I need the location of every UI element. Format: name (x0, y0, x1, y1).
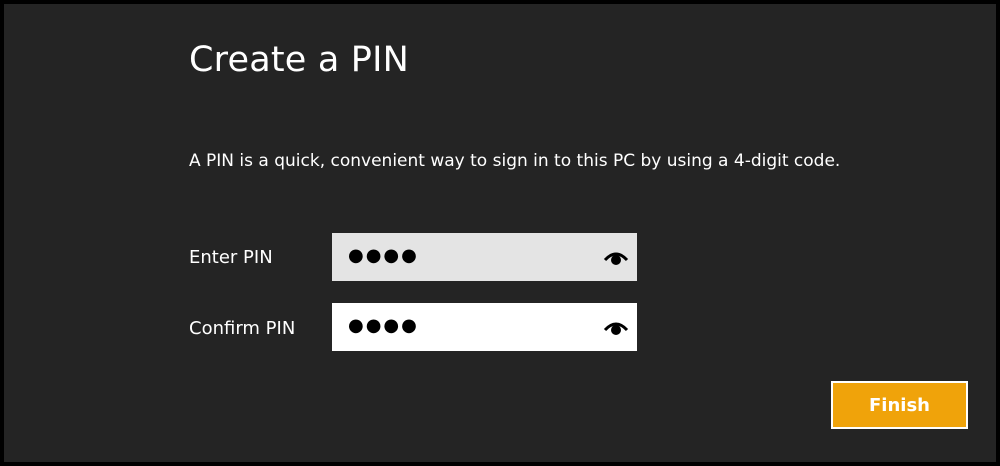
eye-icon[interactable] (603, 246, 629, 268)
confirm-pin-input[interactable]: ●●●● (332, 303, 637, 351)
finish-button[interactable]: Finish (831, 381, 968, 429)
create-pin-dialog: Create a PIN A PIN is a quick, convenien… (0, 0, 1000, 466)
enter-pin-value: ●●●● (348, 245, 419, 266)
eye-icon[interactable] (603, 316, 629, 338)
confirm-pin-label: Confirm PIN (189, 318, 296, 339)
enter-pin-input[interactable]: ●●●● (332, 233, 637, 281)
confirm-pin-value: ●●●● (348, 315, 419, 336)
pin-description: A PIN is a quick, convenient way to sign… (189, 151, 841, 171)
enter-pin-label: Enter PIN (189, 247, 273, 268)
page-title: Create a PIN (189, 40, 410, 80)
